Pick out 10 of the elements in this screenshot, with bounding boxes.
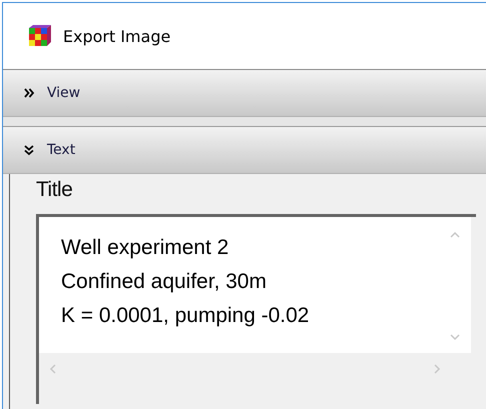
title-text-area[interactable]: Well experiment 2 Confined aquifer, 30m K = 0.0001, pumping -0.02	[36, 214, 476, 404]
app-cube-icon	[27, 24, 53, 48]
chevron-right-icon	[23, 87, 35, 99]
chevron-down-icon	[23, 144, 35, 156]
scroll-right-icon[interactable]	[433, 363, 441, 375]
scroll-down-icon[interactable]	[449, 333, 461, 341]
field-label: Title	[36, 178, 74, 202]
window-title: Export Image	[63, 26, 171, 46]
scroll-left-icon[interactable]	[49, 363, 57, 375]
scroll-up-icon[interactable]	[449, 231, 461, 239]
